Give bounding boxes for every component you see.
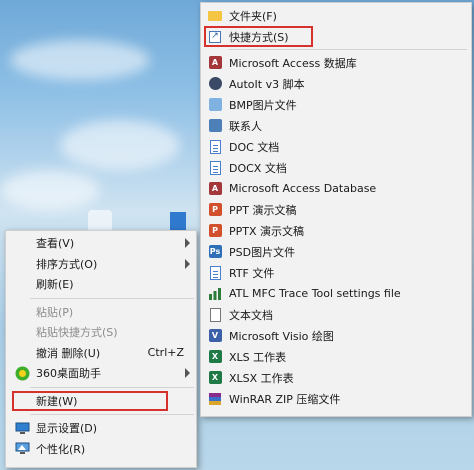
menu-separator: [30, 414, 194, 415]
new-text-document-item[interactable]: 文本文档: [201, 304, 471, 325]
visio-drawing-icon: V: [207, 328, 223, 344]
menu-item-label: WinRAR ZIP 压缩文件: [229, 392, 341, 406]
menu-item-label: DOCX 文档: [229, 161, 287, 175]
menu-item-label: ATL MFC Trace Tool settings file: [229, 287, 401, 300]
new-pptx-presentation-item[interactable]: P PPTX 演示文稿: [201, 220, 471, 241]
submenu-arrow-icon: [185, 368, 190, 378]
new-rtf-file-item[interactable]: RTF 文件: [201, 262, 471, 283]
menu-item-shortcut: Ctrl+Z: [147, 346, 184, 360]
menu-item-label: Microsoft Visio 绘图: [229, 329, 334, 343]
new-contact-item[interactable]: 联系人: [201, 115, 471, 136]
menu-item-personalize[interactable]: 个性化(R): [6, 439, 196, 460]
menu-separator: [229, 49, 467, 50]
submenu-arrow-icon: [185, 238, 190, 248]
new-access-database-item[interactable]: A Microsoft Access Database: [201, 178, 471, 199]
new-winrar-zip-item[interactable]: WinRAR ZIP 压缩文件: [201, 388, 471, 409]
new-psd-image-item[interactable]: Ps PSD图片文件: [201, 241, 471, 262]
new-bmp-image-item[interactable]: BMP图片文件: [201, 94, 471, 115]
personalize-icon: [14, 441, 30, 457]
display-settings-icon: [14, 420, 30, 436]
shortcut-icon: ↗: [207, 29, 223, 45]
menu-item-label: XLSX 工作表: [229, 371, 294, 385]
psd-image-icon: Ps: [207, 244, 223, 260]
new-autoit-script-item[interactable]: AutoIt v3 脚本: [201, 73, 471, 94]
menu-item-label: RTF 文件: [229, 266, 275, 280]
ppt-presentation-icon: P: [207, 202, 223, 218]
bmp-image-icon: [207, 97, 223, 113]
menu-separator: [30, 386, 194, 388]
blank-icon: [14, 345, 30, 361]
menu-item-label: PPT 演示文稿: [229, 203, 297, 217]
menu-item-label: 文本文档: [229, 308, 273, 322]
new-access-database-item[interactable]: A Microsoft Access 数据库: [201, 52, 471, 73]
new-xlsx-worksheet-item[interactable]: X XLSX 工作表: [201, 367, 471, 388]
menu-item-label: 快捷方式(S): [229, 30, 289, 44]
blank-icon: [14, 393, 30, 409]
menu-item-label: 新建(W): [36, 394, 78, 408]
winrar-zip-icon: [207, 391, 223, 407]
menu-item-label: 粘贴(P): [36, 305, 74, 319]
new-ppt-presentation-item[interactable]: P PPT 演示文稿: [201, 199, 471, 220]
menu-item-paste-shortcut: 粘贴快捷方式(S): [6, 322, 196, 343]
new-visio-drawing-item[interactable]: V Microsoft Visio 绘图: [201, 325, 471, 346]
pptx-presentation-icon: P: [207, 223, 223, 239]
contact-icon: [207, 118, 223, 134]
autoit-script-icon: [207, 76, 223, 92]
menu-item-360-assistant[interactable]: 360桌面助手: [6, 363, 196, 384]
menu-item-label: 360桌面助手: [36, 367, 101, 381]
blank-icon: [14, 256, 30, 272]
menu-item-label: BMP图片文件: [229, 98, 297, 112]
menu-item-label: 查看(V): [36, 237, 75, 251]
blank-icon: [14, 235, 30, 251]
menu-item-undo-delete[interactable]: 撤消 删除(U) Ctrl+Z: [6, 343, 196, 364]
menu-item-label: 个性化(R): [36, 442, 86, 456]
docx-document-icon: [207, 160, 223, 176]
menu-item-sort-by[interactable]: 排序方式(O): [6, 254, 196, 275]
menu-item-label: Microsoft Access Database: [229, 182, 377, 195]
menu-item-label: 撤消 删除(U): [36, 346, 101, 360]
folder-icon: [207, 8, 223, 24]
desktop-context-menu: 查看(V) 排序方式(O) 刷新(E) 粘贴(P) 粘贴快捷方式(S) 撤消 删…: [5, 230, 197, 468]
menu-item-view[interactable]: 查看(V): [6, 233, 196, 254]
rtf-file-icon: [207, 265, 223, 281]
menu-separator: [30, 297, 194, 299]
blank-icon: [14, 324, 30, 340]
menu-item-label: 联系人: [229, 119, 262, 133]
menu-item-label: 粘贴快捷方式(S): [36, 326, 118, 340]
text-document-icon: [207, 307, 223, 323]
menu-item-label: DOC 文档: [229, 140, 280, 154]
menu-item-label: AutoIt v3 脚本: [229, 77, 305, 91]
doc-document-icon: [207, 139, 223, 155]
menu-item-display-settings[interactable]: 显示设置(D): [6, 418, 196, 439]
menu-item-label: XLS 工作表: [229, 350, 287, 364]
new-atl-trace-settings-item[interactable]: ATL MFC Trace Tool settings file: [201, 283, 471, 304]
blank-icon: [14, 304, 30, 320]
new-xls-worksheet-item[interactable]: X XLS 工作表: [201, 346, 471, 367]
menu-item-paste: 粘贴(P): [6, 302, 196, 323]
blank-icon: [14, 276, 30, 292]
menu-item-label: 排序方式(O): [36, 257, 98, 271]
menu-item-label: 刷新(E): [36, 278, 74, 292]
menu-item-new[interactable]: 新建(W): [12, 390, 168, 411]
new-submenu: 文件夹(F) ↗ 快捷方式(S) A Microsoft Access 数据库 …: [200, 2, 472, 417]
new-docx-document-item[interactable]: DOCX 文档: [201, 157, 471, 178]
access-database-icon: A: [207, 181, 223, 197]
menu-item-label: 显示设置(D): [36, 422, 98, 436]
menu-item-label: 文件夹(F): [229, 9, 277, 23]
atl-trace-settings-icon: [207, 286, 223, 302]
new-doc-document-item[interactable]: DOC 文档: [201, 136, 471, 157]
access-database-icon: A: [207, 55, 223, 71]
menu-item-label: PPTX 演示文稿: [229, 224, 305, 238]
menu-item-label: Microsoft Access 数据库: [229, 56, 357, 70]
menu-item-label: PSD图片文件: [229, 245, 296, 259]
new-folder-item[interactable]: 文件夹(F): [201, 5, 471, 26]
xls-worksheet-icon: X: [207, 349, 223, 365]
menu-item-refresh[interactable]: 刷新(E): [6, 274, 196, 295]
new-shortcut-item[interactable]: ↗ 快捷方式(S): [204, 26, 313, 47]
xlsx-worksheet-icon: X: [207, 370, 223, 386]
submenu-arrow-icon: [185, 258, 190, 269]
360-assistant-icon: [14, 365, 30, 381]
